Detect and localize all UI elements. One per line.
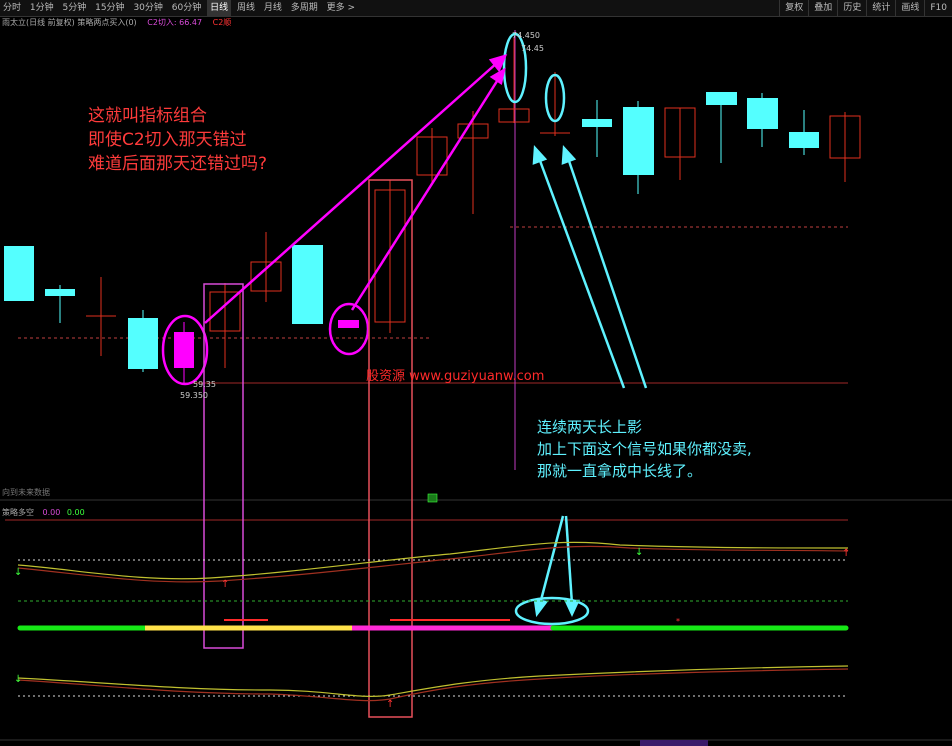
sub-panel-value-2: 0.00 — [66, 508, 85, 517]
candles — [4, 38, 861, 383]
red-annotation: 这就叫指标组合 即使C2切入那天错过 难道后面那天还错过吗? — [88, 104, 267, 176]
low-price-label-2: 59.350 — [180, 391, 208, 400]
low-price-label: 59.35 — [193, 380, 216, 389]
sub-panel-header: 策略多空 0.00 0.00 — [2, 507, 85, 518]
future-data-label: 向到未来数据 — [2, 488, 50, 497]
cyan-annotation: 连续两天长上影 加上下面这个信号如果你都没卖, 那就一直拿成中长线了。 — [537, 416, 752, 482]
red-annotation-line-3: 难道后面那天还错过吗? — [88, 154, 268, 174]
cyan-annotation-line-3: 那就一直拿成中长线了。 — [537, 462, 703, 480]
cyan-annotation-line-2: 加上下面这个信号如果你都没卖, — [537, 440, 752, 458]
sub-panel-title: 策略多空 — [2, 508, 34, 517]
highlight-ellipse-2 — [328, 302, 370, 356]
svg-text:↓: ↓ — [14, 674, 22, 685]
svg-text:↑: ↑ — [386, 699, 394, 710]
cyan-annotation-line-1: 连续两天长上影 — [537, 418, 643, 436]
svg-text:↑: ↑ — [842, 548, 850, 559]
svg-text:*: * — [676, 617, 680, 626]
svg-text:↓: ↓ — [635, 547, 643, 558]
sub-panel-value-1: 0.00 — [42, 508, 61, 517]
red-annotation-line-2: 即使C2切入那天错过 — [88, 130, 247, 150]
watermark-text: 股资源 www.guziyuanw.com — [366, 369, 545, 384]
svg-text:↑: ↑ — [221, 579, 229, 590]
red-annotation-line-1: 这就叫指标组合 — [88, 106, 207, 126]
high-price-label: 74.450 — [512, 31, 540, 40]
high-price-label-2: 74.45 — [521, 44, 544, 53]
highlight-box-1 — [203, 283, 244, 649]
svg-text:↓: ↓ — [14, 567, 22, 578]
